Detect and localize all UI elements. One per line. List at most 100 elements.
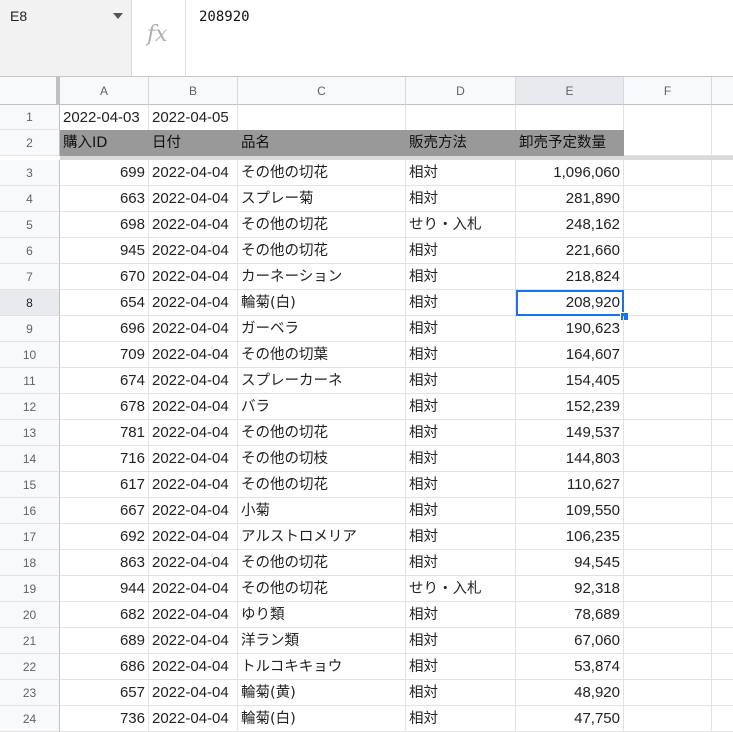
row-header[interactable]: 3 xyxy=(0,160,60,186)
table-cell-date[interactable]: 2022-04-04 xyxy=(149,342,238,368)
row-header[interactable]: 20 xyxy=(0,602,60,628)
table-cell-quantity[interactable]: 78,689 xyxy=(516,602,624,628)
table-cell-empty[interactable] xyxy=(624,602,712,628)
table-cell-empty[interactable] xyxy=(624,628,712,654)
name-box[interactable]: E8 xyxy=(0,0,132,76)
table-cell-empty[interactable] xyxy=(624,524,712,550)
table-cell-name[interactable]: 輪菊(白) xyxy=(238,706,406,732)
chevron-down-icon[interactable] xyxy=(113,13,123,19)
table-cell-empty[interactable] xyxy=(712,524,733,550)
table-cell-empty[interactable] xyxy=(712,446,733,472)
table-cell-id[interactable]: 696 xyxy=(60,316,149,342)
table-cell-method[interactable]: 相対 xyxy=(406,316,516,342)
cell[interactable] xyxy=(406,105,516,130)
table-cell-empty[interactable] xyxy=(712,316,733,342)
table-cell-quantity[interactable]: 94,545 xyxy=(516,550,624,576)
table-cell-id[interactable]: 657 xyxy=(60,680,149,706)
table-cell-method[interactable]: 相対 xyxy=(406,654,516,680)
table-cell-date[interactable]: 2022-04-04 xyxy=(149,498,238,524)
table-cell-empty[interactable] xyxy=(624,654,712,680)
table-cell-id[interactable]: 863 xyxy=(60,550,149,576)
table-cell-empty[interactable] xyxy=(624,550,712,576)
row-header[interactable]: 5 xyxy=(0,212,60,238)
table-cell-method[interactable]: 相対 xyxy=(406,238,516,264)
column-header-b[interactable]: B xyxy=(149,77,238,105)
table-cell-empty[interactable] xyxy=(624,238,712,264)
table-cell-quantity[interactable]: 110,627 xyxy=(516,472,624,498)
table-cell-quantity[interactable]: 218,824 xyxy=(516,264,624,290)
table-cell-empty[interactable] xyxy=(712,290,733,316)
table-cell-quantity[interactable]: 106,235 xyxy=(516,524,624,550)
table-cell-date[interactable]: 2022-04-04 xyxy=(149,680,238,706)
table-cell-name[interactable]: スプレーカーネ xyxy=(238,368,406,394)
table-cell-method[interactable]: 相対 xyxy=(406,680,516,706)
table-cell-date[interactable]: 2022-04-04 xyxy=(149,576,238,602)
row-header[interactable]: 15 xyxy=(0,472,60,498)
table-cell-name[interactable]: その他の切花 xyxy=(238,550,406,576)
table-cell-empty[interactable] xyxy=(712,706,733,732)
table-cell-date[interactable]: 2022-04-04 xyxy=(149,706,238,732)
table-cell-name[interactable]: その他の切枝 xyxy=(238,446,406,472)
table-cell-id[interactable]: 944 xyxy=(60,576,149,602)
table-cell-id[interactable]: 692 xyxy=(60,524,149,550)
table-cell-empty[interactable] xyxy=(624,316,712,342)
table-cell-name[interactable]: その他の切花 xyxy=(238,472,406,498)
table-cell-name[interactable]: カーネーション xyxy=(238,264,406,290)
table-cell-id[interactable]: 617 xyxy=(60,472,149,498)
table-cell-name[interactable]: アルストロメリア xyxy=(238,524,406,550)
table-cell-id[interactable]: 682 xyxy=(60,602,149,628)
table-cell-name[interactable]: 輪菊(白) xyxy=(238,290,406,316)
table-cell-name[interactable]: トルコキキョウ xyxy=(238,654,406,680)
table-cell-method[interactable]: 相対 xyxy=(406,160,516,186)
table-cell-empty[interactable] xyxy=(624,368,712,394)
table-cell-empty[interactable] xyxy=(624,576,712,602)
table-cell-name[interactable]: スプレー菊 xyxy=(238,186,406,212)
table-cell-id[interactable]: 689 xyxy=(60,628,149,654)
table-cell-method[interactable]: 相対 xyxy=(406,524,516,550)
table-cell-empty[interactable] xyxy=(712,420,733,446)
table-cell-method[interactable]: せり・入札 xyxy=(406,212,516,238)
table-cell-method[interactable]: 相対 xyxy=(406,420,516,446)
table-cell-date[interactable]: 2022-04-04 xyxy=(149,550,238,576)
table-cell-quantity[interactable]: 152,239 xyxy=(516,394,624,420)
table-cell-date[interactable]: 2022-04-04 xyxy=(149,472,238,498)
table-cell-empty[interactable] xyxy=(712,472,733,498)
table-cell-quantity[interactable]: 149,537 xyxy=(516,420,624,446)
cell[interactable] xyxy=(238,105,406,130)
table-cell-date[interactable]: 2022-04-04 xyxy=(149,316,238,342)
formula-input[interactable]: 208920 xyxy=(199,9,250,25)
row-header[interactable]: 2 xyxy=(0,130,60,156)
table-cell-id[interactable]: 736 xyxy=(60,706,149,732)
table-cell-date[interactable]: 2022-04-04 xyxy=(149,212,238,238)
table-cell-id[interactable]: 716 xyxy=(60,446,149,472)
table-cell-empty[interactable] xyxy=(712,186,733,212)
table-cell-date[interactable]: 2022-04-04 xyxy=(149,238,238,264)
table-cell-method[interactable]: 相対 xyxy=(406,342,516,368)
row-header[interactable]: 24 xyxy=(0,706,60,732)
table-cell-empty[interactable] xyxy=(712,550,733,576)
table-cell-empty[interactable] xyxy=(712,238,733,264)
table-cell-method[interactable]: 相対 xyxy=(406,368,516,394)
table-cell-empty[interactable] xyxy=(624,264,712,290)
table-cell-empty[interactable] xyxy=(712,342,733,368)
table-cell-empty[interactable] xyxy=(712,212,733,238)
table-cell-empty[interactable] xyxy=(624,160,712,186)
table-cell-empty[interactable] xyxy=(712,160,733,186)
table-cell-quantity[interactable]: 47,750 xyxy=(516,706,624,732)
table-cell-date[interactable]: 2022-04-04 xyxy=(149,394,238,420)
table-cell-name[interactable]: 洋ラン類 xyxy=(238,628,406,654)
table-cell-quantity[interactable]: 48,920 xyxy=(516,680,624,706)
column-header-e[interactable]: E xyxy=(516,77,624,105)
table-cell-empty[interactable] xyxy=(624,680,712,706)
column-header-d[interactable]: D xyxy=(406,77,516,105)
table-cell-empty[interactable] xyxy=(624,342,712,368)
cell[interactable]: 2022-04-05 xyxy=(149,105,238,130)
table-cell-id[interactable]: 686 xyxy=(60,654,149,680)
table-cell-method[interactable]: せり・入札 xyxy=(406,576,516,602)
table-cell-method[interactable]: 相対 xyxy=(406,394,516,420)
row-header[interactable]: 23 xyxy=(0,680,60,706)
table-cell-empty[interactable] xyxy=(712,264,733,290)
table-cell-date[interactable]: 2022-04-04 xyxy=(149,186,238,212)
column-title-cell[interactable]: 品名 xyxy=(238,130,406,156)
table-cell-quantity[interactable]: 1,096,060 xyxy=(516,160,624,186)
